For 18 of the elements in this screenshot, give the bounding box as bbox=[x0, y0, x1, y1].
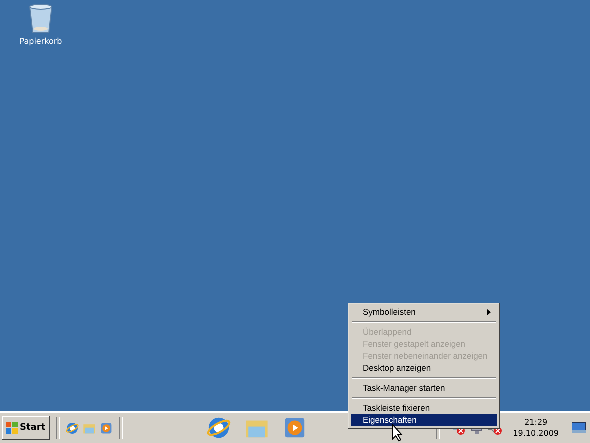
submenu-arrow-icon bbox=[487, 308, 491, 316]
menu-item[interactable]: Task-Manager starten bbox=[351, 382, 497, 394]
menu-item[interactable]: Desktop anzeigen bbox=[351, 362, 497, 374]
show-desktop-icon[interactable] bbox=[572, 422, 586, 434]
clock[interactable]: 21:29 19.10.2009 bbox=[513, 417, 559, 439]
icon-label[interactable]: Papierkorb bbox=[20, 37, 62, 46]
menu-item[interactable]: Eigenschaften bbox=[351, 414, 497, 426]
browser-e-icon[interactable] bbox=[206, 416, 231, 440]
browser-e-icon[interactable] bbox=[66, 422, 79, 434]
clock-date: 19.10.2009 bbox=[513, 428, 559, 439]
menu-item[interactable]: Taskleiste fixieren bbox=[351, 402, 497, 414]
trash-bin-icon[interactable] bbox=[28, 4, 54, 34]
play-icon[interactable] bbox=[282, 416, 307, 440]
clock-time: 21:29 bbox=[524, 417, 548, 428]
menu-item[interactable]: Symbolleisten bbox=[351, 306, 497, 318]
start-button[interactable]: Start bbox=[2, 416, 50, 440]
play-icon[interactable] bbox=[100, 422, 113, 434]
windows-logo-icon bbox=[6, 422, 18, 434]
